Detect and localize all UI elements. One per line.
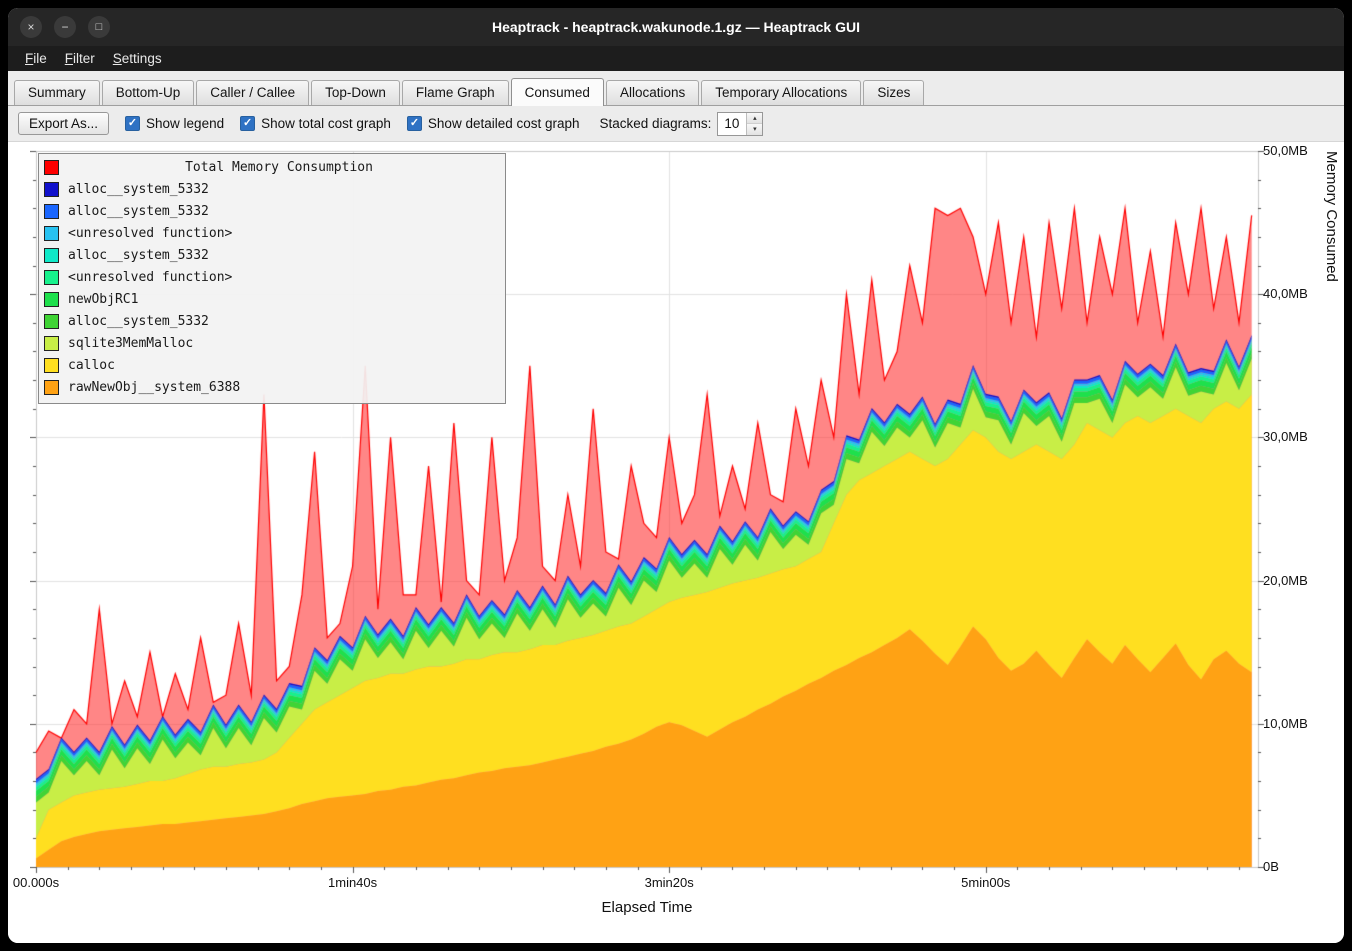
legend-title-row: Total Memory Consumption bbox=[44, 156, 499, 178]
y-axis-tick-label: 10,0MB bbox=[1263, 716, 1308, 731]
menu-file[interactable]: File bbox=[16, 48, 56, 69]
legend-swatch bbox=[44, 182, 59, 197]
menubar: File Filter Settings bbox=[8, 46, 1344, 71]
legend-label: alloc__system_5332 bbox=[68, 314, 209, 329]
legend-swatch bbox=[44, 336, 59, 351]
legend-item: alloc__system_5332 bbox=[44, 178, 499, 200]
titlebar[interactable]: × − □ Heaptrack - heaptrack.wakunode.1.g… bbox=[8, 8, 1344, 46]
maximize-icon: □ bbox=[96, 21, 103, 33]
checkbox-label: Show total cost graph bbox=[261, 116, 391, 131]
legend-item: <unresolved function> bbox=[44, 266, 499, 288]
y-axis-title: Memory Consumed bbox=[1323, 151, 1340, 867]
legend-swatch bbox=[44, 226, 59, 241]
legend-swatch bbox=[44, 314, 59, 329]
minimize-icon: − bbox=[61, 20, 68, 34]
legend-label: <unresolved function> bbox=[68, 270, 232, 285]
checkbox-box[interactable] bbox=[125, 116, 140, 131]
tab-sizes[interactable]: Sizes bbox=[863, 80, 924, 105]
legend-item: alloc__system_5332 bbox=[44, 244, 499, 266]
legend-item: calloc bbox=[44, 354, 499, 376]
consumed-chart-panel: Total Memory Consumption alloc__system_53… bbox=[8, 142, 1344, 943]
y-axis-tick-label: 50,0MB bbox=[1263, 143, 1308, 158]
x-axis-title: Elapsed Time bbox=[36, 899, 1258, 916]
tab-caller-callee[interactable]: Caller / Callee bbox=[196, 80, 309, 105]
legend-swatch bbox=[44, 380, 59, 395]
toolbar: Export As... Show legend Show total cost… bbox=[8, 106, 1344, 142]
chart-legend: Total Memory Consumption alloc__system_53… bbox=[38, 153, 506, 404]
chevron-down-icon: ▾ bbox=[753, 125, 757, 133]
legend-label: sqlite3MemMalloc bbox=[68, 336, 193, 351]
tab-bar: Summary Bottom-Up Caller / Callee Top-Do… bbox=[8, 71, 1344, 106]
checkbox-label: Show legend bbox=[146, 116, 224, 131]
spinbox-value[interactable]: 10 bbox=[718, 113, 746, 135]
legend-label: alloc__system_5332 bbox=[68, 248, 209, 263]
tab-temporary-allocations[interactable]: Temporary Allocations bbox=[701, 80, 861, 105]
tab-consumed[interactable]: Consumed bbox=[511, 78, 604, 106]
spinbox-up-button[interactable]: ▴ bbox=[747, 113, 762, 125]
spinbox-arrows: ▴ ▾ bbox=[746, 113, 762, 135]
x-axis-tick-label: 5min00s bbox=[961, 875, 1010, 890]
tab-flame-graph[interactable]: Flame Graph bbox=[402, 80, 509, 105]
legend-label: newObjRC1 bbox=[68, 292, 138, 307]
legend-swatch bbox=[44, 292, 59, 307]
tab-bottom-up[interactable]: Bottom-Up bbox=[102, 80, 195, 105]
x-axis-tick-label: 00.000s bbox=[13, 875, 59, 890]
close-icon: × bbox=[27, 20, 34, 34]
window-controls: × − □ bbox=[20, 16, 110, 38]
window-title: Heaptrack - heaptrack.wakunode.1.gz — He… bbox=[8, 19, 1344, 35]
legend-label: alloc__system_5332 bbox=[68, 204, 209, 219]
y-axis-tick-label: 0B bbox=[1263, 859, 1279, 874]
legend-item: sqlite3MemMalloc bbox=[44, 332, 499, 354]
legend-item: newObjRC1 bbox=[44, 288, 499, 310]
legend-label: calloc bbox=[68, 358, 115, 373]
tab-summary[interactable]: Summary bbox=[14, 80, 100, 105]
legend-swatch bbox=[44, 270, 59, 285]
legend-swatch bbox=[44, 160, 59, 175]
checkbox-label: Show detailed cost graph bbox=[428, 116, 580, 131]
legend-item: alloc__system_5332 bbox=[44, 310, 499, 332]
stacked-diagrams-spinbox[interactable]: 10 ▴ ▾ bbox=[717, 112, 763, 136]
menu-filter[interactable]: Filter bbox=[56, 48, 104, 69]
checkbox-box[interactable] bbox=[240, 116, 255, 131]
minimize-button[interactable]: − bbox=[54, 16, 76, 38]
checkbox-box[interactable] bbox=[407, 116, 422, 131]
maximize-button[interactable]: □ bbox=[88, 16, 110, 38]
menu-settings[interactable]: Settings bbox=[104, 48, 171, 69]
chevron-up-icon: ▴ bbox=[753, 114, 757, 122]
legend-swatch bbox=[44, 358, 59, 373]
show-legend-checkbox[interactable]: Show legend bbox=[125, 116, 224, 131]
legend-item: rawNewObj__system_6388 bbox=[44, 376, 499, 398]
show-total-cost-graph-checkbox[interactable]: Show total cost graph bbox=[240, 116, 391, 131]
stacked-diagrams-label: Stacked diagrams: bbox=[600, 116, 712, 131]
y-axis-tick-label: 40,0MB bbox=[1263, 286, 1308, 301]
tab-top-down[interactable]: Top-Down bbox=[311, 80, 400, 105]
legend-item: <unresolved function> bbox=[44, 222, 499, 244]
legend-swatch bbox=[44, 204, 59, 219]
close-button[interactable]: × bbox=[20, 16, 42, 38]
legend-title-label: Total Memory Consumption bbox=[59, 160, 499, 175]
x-axis-tick-label: 3min20s bbox=[645, 875, 694, 890]
show-detailed-cost-graph-checkbox[interactable]: Show detailed cost graph bbox=[407, 116, 580, 131]
legend-item: alloc__system_5332 bbox=[44, 200, 499, 222]
tab-allocations[interactable]: Allocations bbox=[606, 80, 699, 105]
x-axis-tick-label: 1min40s bbox=[328, 875, 377, 890]
y-axis-tick-label: 30,0MB bbox=[1263, 429, 1308, 444]
legend-label: <unresolved function> bbox=[68, 226, 232, 241]
heaptrack-window: × − □ Heaptrack - heaptrack.wakunode.1.g… bbox=[8, 8, 1344, 943]
legend-swatch bbox=[44, 248, 59, 263]
export-as-button[interactable]: Export As... bbox=[18, 112, 109, 135]
legend-label: alloc__system_5332 bbox=[68, 182, 209, 197]
legend-label: rawNewObj__system_6388 bbox=[68, 380, 240, 395]
spinbox-down-button[interactable]: ▾ bbox=[747, 124, 762, 135]
y-axis-tick-label: 20,0MB bbox=[1263, 573, 1308, 588]
